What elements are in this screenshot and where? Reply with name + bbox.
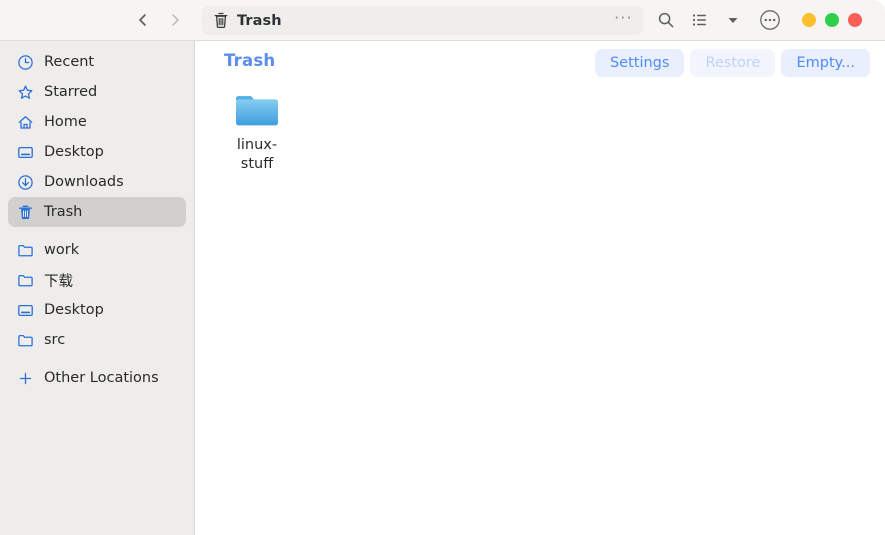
file-item-label: linux-stuff	[236, 137, 278, 172]
folder-icon	[16, 241, 34, 259]
path-bar-overflow-button[interactable]: ···	[614, 11, 633, 28]
trash-action-buttons: Settings Restore Empty...	[594, 49, 870, 77]
path-bar-label: Trash	[237, 12, 282, 29]
content-header: Trash Settings Restore Empty...	[196, 41, 885, 81]
search-icon	[657, 11, 675, 29]
sidebar-item-label: Downloads	[44, 174, 124, 190]
clock-icon	[16, 53, 34, 71]
navigation-buttons	[130, 7, 188, 33]
settings-button[interactable]: Settings	[594, 49, 685, 77]
chevron-left-icon	[135, 12, 151, 28]
main-menu-button[interactable]	[758, 8, 782, 32]
more-options-icon	[759, 9, 781, 31]
sidebar-item-label: Desktop	[44, 144, 104, 160]
sidebar-item-label: Starred	[44, 84, 98, 100]
file-manager-window: Trash ··· Recent Starred Home Desktop Do…	[0, 0, 885, 535]
chevron-down-icon	[724, 11, 742, 29]
sidebar-item-label: Other Locations	[44, 370, 159, 386]
empty-trash-button[interactable]: Empty...	[781, 49, 870, 77]
sidebar-item-starred[interactable]: Starred	[8, 77, 186, 107]
sidebar-item-label: 下载	[44, 273, 73, 290]
folder-icon	[16, 271, 34, 289]
sidebar-item-label: src	[44, 332, 66, 348]
sidebar-item-desktop-bookmark[interactable]: Desktop	[8, 295, 186, 325]
sidebar-item-label: Desktop	[44, 302, 104, 318]
desktop-icon	[16, 301, 34, 319]
maximize-button[interactable]	[825, 13, 839, 27]
folder-icon	[16, 331, 34, 349]
sidebar-item-trash[interactable]: Trash	[8, 197, 186, 227]
sidebar-item-label: Recent	[44, 54, 95, 70]
chevron-right-icon	[167, 12, 183, 28]
view-mode-button[interactable]	[688, 8, 712, 32]
back-button[interactable]	[130, 7, 156, 33]
sidebar-item-other-locations[interactable]: Other Locations	[8, 363, 186, 393]
trash-icon	[213, 12, 229, 29]
trash-icon	[16, 203, 34, 221]
header-bar: Trash ···	[0, 0, 885, 41]
sidebar-item-src[interactable]: src	[8, 325, 186, 355]
sidebar-item-label: work	[44, 242, 80, 258]
path-bar[interactable]: Trash ···	[202, 6, 643, 35]
file-item[interactable]: linux-stuff	[210, 85, 304, 174]
sidebar-item-work[interactable]: work	[8, 235, 186, 265]
sidebar-divider-gap	[0, 227, 194, 235]
view-options-dropdown[interactable]	[721, 8, 745, 32]
sidebar-item-xiazai[interactable]: 下载	[8, 265, 186, 295]
sidebar-item-label: Home	[44, 114, 87, 130]
sidebar-item-label: Trash	[44, 204, 83, 220]
plus-icon	[16, 369, 34, 387]
sidebar-item-home[interactable]: Home	[8, 107, 186, 137]
restore-button[interactable]: Restore	[690, 49, 776, 77]
home-icon	[16, 113, 34, 131]
search-button[interactable]	[654, 8, 678, 32]
content-area: Trash Settings Restore Empty... linux-st…	[196, 41, 885, 535]
desktop-icon	[16, 143, 34, 161]
close-button[interactable]	[848, 13, 862, 27]
sidebar: Recent Starred Home Desktop Downloads Tr…	[0, 41, 195, 535]
folder-icon	[234, 91, 280, 129]
sidebar-item-desktop[interactable]: Desktop	[8, 137, 186, 167]
sidebar-divider-gap-2	[0, 355, 194, 363]
page-title: Trash	[224, 51, 276, 70]
minimize-button[interactable]	[802, 13, 816, 27]
sidebar-item-recent[interactable]: Recent	[8, 47, 186, 77]
star-icon	[16, 83, 34, 101]
list-view-icon	[691, 11, 709, 29]
forward-button[interactable]	[162, 7, 188, 33]
file-grid: linux-stuff	[196, 85, 885, 174]
sidebar-item-downloads[interactable]: Downloads	[8, 167, 186, 197]
download-icon	[16, 173, 34, 191]
